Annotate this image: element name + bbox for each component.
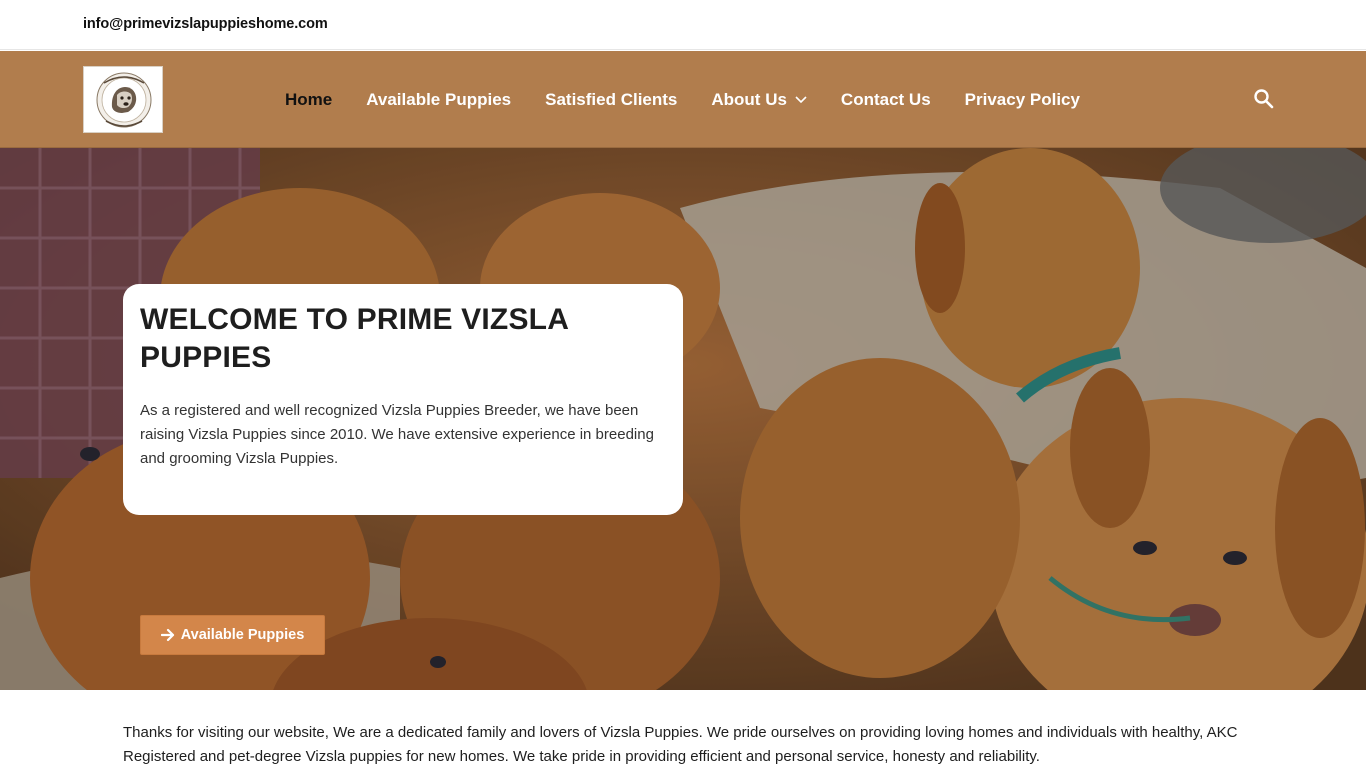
intro-paragraph: Thanks for visiting our website, We are … (123, 724, 1238, 765)
nav-item-available-puppies[interactable]: Available Puppies (349, 90, 528, 110)
available-puppies-button[interactable]: Available Puppies (140, 615, 325, 655)
arrow-right-icon (160, 628, 174, 642)
hero-section: WELCOME TO PRIME VIZSLA PUPPIES As a reg… (0, 148, 1366, 690)
site-logo[interactable] (83, 66, 163, 133)
contact-email-link[interactable]: info@primevizslapuppieshome.com (83, 16, 328, 32)
chevron-down-icon (795, 95, 807, 103)
hero-title: WELCOME TO PRIME VIZSLA PUPPIES (140, 303, 568, 374)
nav-item-privacy-policy[interactable]: Privacy Policy (948, 90, 1097, 110)
logo-image (84, 67, 162, 132)
top-bar: info@primevizslapuppieshome.com (0, 0, 1366, 50)
nav-item-satisfied-clients[interactable]: Satisfied Clients (528, 90, 694, 110)
nav-item-contact-us[interactable]: Contact Us (824, 90, 948, 110)
main-header: Home Available Puppies Satisfied Clients… (0, 51, 1366, 148)
hero-description: As a registered and well recognized Vizs… (140, 402, 654, 467)
welcome-card: WELCOME TO PRIME VIZSLA PUPPIES As a reg… (123, 284, 683, 515)
search-icon[interactable] (1252, 87, 1276, 111)
nav-item-about-us[interactable]: About Us (694, 90, 824, 110)
nav-item-home[interactable]: Home (268, 90, 349, 110)
primary-menu: Home Available Puppies Satisfied Clients… (268, 51, 1097, 148)
